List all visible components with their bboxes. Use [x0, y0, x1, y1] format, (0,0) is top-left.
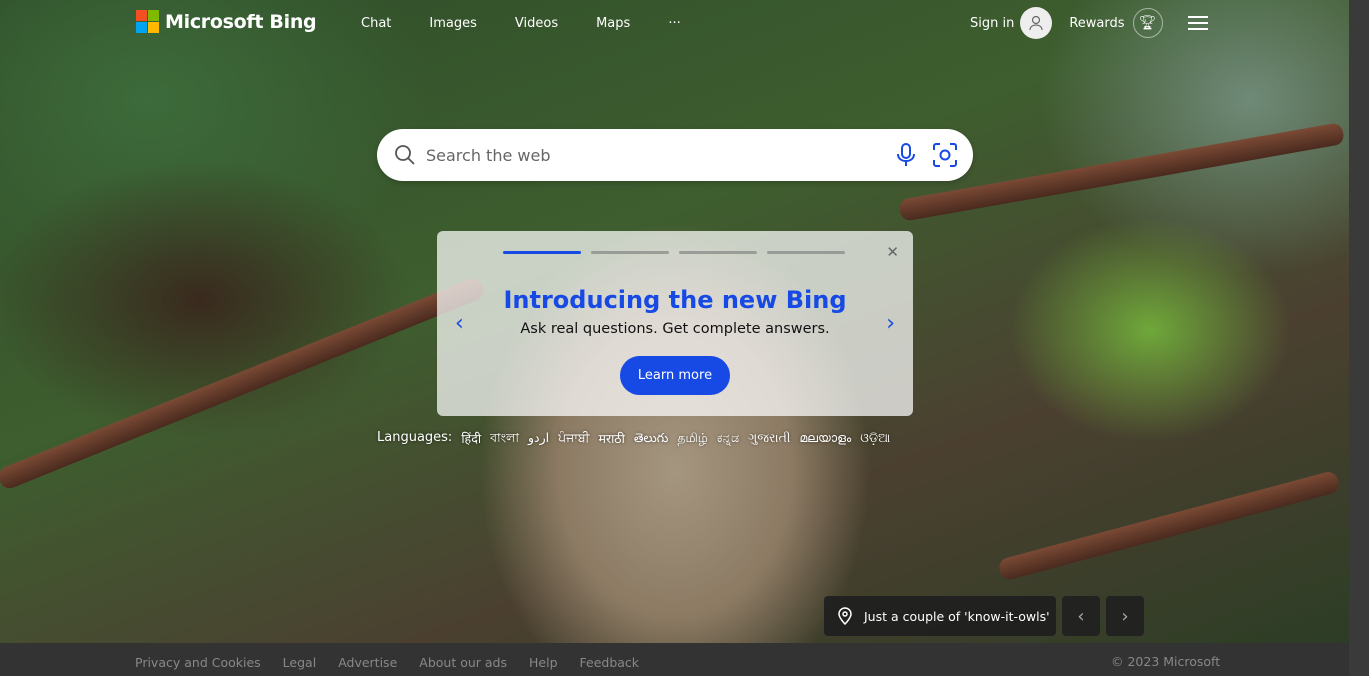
progress-segment[interactable] [503, 251, 581, 254]
rewards-trophy-icon[interactable]: 🏆︎ [1132, 8, 1163, 38]
nav-videos[interactable]: Videos [515, 16, 558, 31]
hamburger-menu-icon[interactable] [1187, 12, 1208, 34]
copyright: © 2023 Microsoft [1111, 654, 1221, 669]
footer-link-privacy[interactable]: Privacy and Cookies [135, 655, 261, 670]
image-caption: Just a couple of 'know-it-owls' [864, 608, 1050, 624]
carousel-progress [503, 251, 845, 254]
rewards-link[interactable]: Rewards [1069, 16, 1124, 31]
bing-logo[interactable]: Microsoft Bing [136, 10, 317, 33]
languages-label: Languages: [377, 430, 453, 445]
previous-image-button[interactable]: ‹ [1062, 596, 1100, 636]
language-link[interactable]: മലയാളം [799, 430, 851, 450]
location-pin-icon [838, 607, 852, 625]
language-link[interactable]: தமிழ் [677, 430, 708, 450]
nav-chat[interactable]: Chat [361, 16, 391, 31]
learn-more-button[interactable]: Learn more [620, 356, 730, 395]
header: Microsoft Bing Chat Images Videos Maps ·… [0, 0, 1349, 48]
microphone-icon[interactable] [897, 143, 915, 167]
visual-search-icon[interactable] [932, 142, 958, 168]
scrollbar[interactable] [1349, 0, 1369, 676]
progress-segment[interactable] [767, 251, 845, 254]
language-link[interactable]: বাংলা [490, 430, 519, 450]
logo-text: Microsoft Bing [165, 10, 317, 33]
promo-title: Introducing the new Bing [503, 286, 847, 314]
languages-bar: Languages: हिंदी বাংলা اردو ਪੰਜਾਬੀ मराठी… [377, 430, 890, 450]
nav-maps[interactable]: Maps [596, 16, 630, 31]
chevron-left-icon: ‹ [1077, 605, 1085, 627]
language-link[interactable]: اردو [528, 430, 549, 450]
avatar-icon[interactable] [1020, 7, 1053, 39]
microsoft-logo-icon [136, 10, 159, 33]
new-bing-promo-card: ✕ ‹ › Introducing the new Bing Ask real … [437, 231, 913, 416]
nav-images[interactable]: Images [429, 16, 477, 31]
footer-link-feedback[interactable]: Feedback [580, 655, 640, 670]
branch [0, 276, 487, 492]
footer-link-advertise[interactable]: Advertise [338, 655, 397, 670]
language-link[interactable]: ગુજરાતી [748, 430, 790, 450]
chevron-right-icon: › [1121, 605, 1129, 627]
language-link[interactable]: हिंदी [461, 430, 481, 450]
language-link[interactable]: తెలుగు [634, 430, 669, 450]
footer-link-help[interactable]: Help [529, 655, 558, 670]
footer-link-legal[interactable]: Legal [283, 655, 317, 670]
promo-subtitle: Ask real questions. Get complete answers… [520, 321, 830, 337]
nav-more[interactable]: ··· [668, 16, 680, 31]
language-link[interactable]: ਪੰਜਾਬੀ [558, 430, 589, 450]
search-input[interactable] [426, 145, 876, 165]
footer: Privacy and Cookies Legal Advertise Abou… [0, 643, 1349, 676]
progress-segment[interactable] [679, 251, 757, 254]
search-icon [395, 145, 415, 165]
next-image-button[interactable]: › [1106, 596, 1144, 636]
footer-link-about-ads[interactable]: About our ads [419, 655, 507, 670]
progress-segment[interactable] [591, 251, 669, 254]
language-link[interactable]: मराठी [598, 430, 624, 450]
top-nav: Chat Images Videos Maps ··· [361, 16, 719, 31]
language-link[interactable]: ಕನ್ನಡ [717, 430, 739, 450]
close-icon[interactable]: ✕ [886, 243, 899, 261]
language-link[interactable]: ଓଡ଼ିଆ [860, 430, 890, 450]
sign-in-link[interactable]: Sign in [970, 16, 1014, 31]
search-box [377, 129, 973, 181]
image-info-button[interactable]: Just a couple of 'know-it-owls' [824, 596, 1056, 636]
branch [997, 469, 1341, 582]
